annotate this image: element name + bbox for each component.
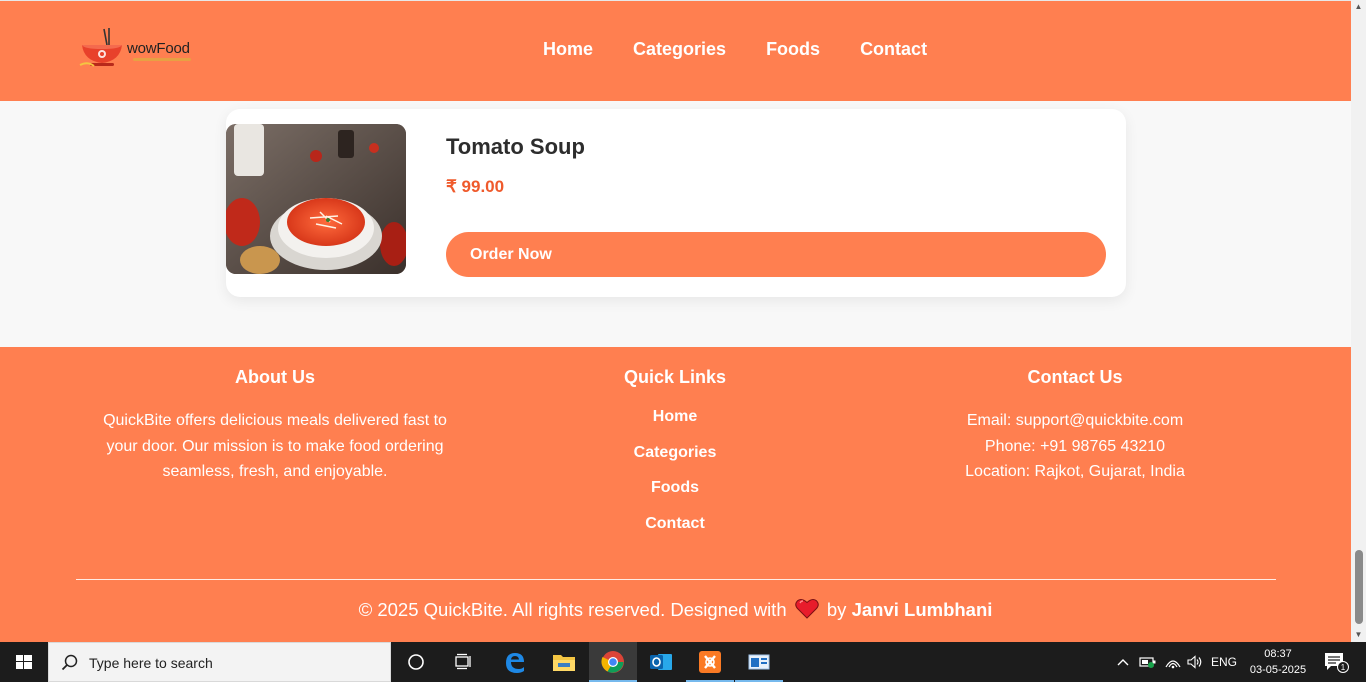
speaker-icon (1187, 655, 1202, 669)
chrome-taskbar-button[interactable] (589, 642, 637, 682)
footer-quick-links: Quick Links Home Categories Foods Contac… (575, 367, 775, 550)
clock-time: 08:37 (1264, 648, 1292, 660)
main-nav: Home Categories Foods Contact (543, 39, 967, 60)
outlook-taskbar-button[interactable] (637, 642, 685, 682)
notification-icon: 1 (1325, 653, 1349, 673)
nav-home[interactable]: Home (543, 39, 593, 60)
page-scrollbar[interactable]: ▲ ▼ (1351, 0, 1366, 642)
nav-contact[interactable]: Contact (860, 39, 927, 60)
quick-links-heading: Quick Links (623, 367, 727, 387)
food-bowl-icon (79, 28, 122, 67)
chevron-up-icon (1117, 659, 1129, 666)
notification-count: 1 (1341, 663, 1346, 672)
heart-icon (795, 598, 819, 619)
contact-location: Location: Rajkot, Gujarat, India (965, 463, 1185, 480)
network-tray-button[interactable] (1161, 642, 1185, 682)
wifi-icon (1165, 660, 1181, 669)
about-heading: About Us (235, 367, 315, 387)
xampp-icon (699, 651, 721, 673)
contact-email: Email: support@quickbite.com (966, 412, 1184, 429)
browser-viewport: wowFood Home Categories Foods Contact To… (0, 0, 1351, 642)
search-icon (61, 654, 78, 671)
folder-icon (553, 655, 575, 671)
edge-taskbar-button[interactable] (491, 642, 539, 682)
battery-icon (1139, 657, 1156, 668)
nav-foods[interactable]: Foods (766, 39, 820, 60)
windows-taskbar: Type here to search ENG 08:37 03-05-2025… (0, 642, 1366, 682)
site-footer: About Us QuickBite offers delicious meal… (0, 347, 1351, 642)
food-price: ₹ 99.00 (446, 177, 505, 196)
copyright-text: © 2025 QuickBite. All rights reserved. D… (358, 599, 787, 620)
app-taskbar-button[interactable] (735, 642, 783, 682)
footer-about: About Us QuickBite offers delicious meal… (95, 367, 455, 485)
contact-heading: Contact Us (1027, 367, 1123, 387)
logo-tagline (133, 58, 191, 61)
about-text: QuickBite offers delicious meals deliver… (103, 412, 447, 480)
footer-link-contact[interactable]: Contact (575, 515, 775, 534)
taskbar-clock[interactable]: 08:37 03-05-2025 (1244, 646, 1312, 678)
scroll-down-arrow-icon[interactable]: ▼ (1351, 628, 1366, 642)
taskbar-search[interactable]: Type here to search (48, 642, 391, 682)
start-button[interactable] (0, 642, 48, 682)
task-view-button[interactable] (440, 642, 488, 682)
footer-divider (76, 579, 1276, 580)
food-title: Tomato Soup (446, 134, 585, 159)
food-image (226, 124, 406, 274)
order-now-button[interactable]: Order Now (446, 232, 1106, 277)
battery-tray-button[interactable] (1136, 642, 1160, 682)
clock-date: 03-05-2025 (1249, 664, 1307, 676)
xampp-taskbar-button[interactable] (686, 642, 734, 682)
outlook-icon (650, 654, 672, 670)
logo-text: wowFood (127, 40, 190, 57)
tomato-soup-photo (226, 124, 406, 274)
copyright: © 2025 QuickBite. All rights reserved. D… (0, 598, 1351, 621)
volume-tray-button[interactable] (1184, 642, 1206, 682)
food-card: Tomato Soup ₹ 99.00 Order Now (226, 109, 1126, 297)
site-logo[interactable]: wowFood (78, 25, 208, 71)
footer-link-categories[interactable]: Categories (575, 444, 775, 463)
nav-categories[interactable]: Categories (633, 39, 726, 60)
search-placeholder: Type here to search (89, 655, 213, 671)
file-explorer-taskbar-button[interactable] (540, 642, 588, 682)
windows-logo-icon (16, 655, 32, 669)
footer-contact: Contact Us Email: support@quickbite.com … (925, 367, 1225, 485)
copyright-by: by (826, 599, 847, 620)
cortana-icon (408, 654, 424, 670)
scroll-up-arrow-icon[interactable]: ▲ (1351, 0, 1366, 14)
author-name: Janvi Lumbhani (851, 599, 993, 620)
cortana-button[interactable] (392, 642, 440, 682)
task-view-icon (455, 653, 471, 670)
footer-link-home[interactable]: Home (575, 408, 775, 427)
action-center-button[interactable]: 1 (1316, 642, 1356, 682)
scroll-thumb[interactable] (1355, 550, 1363, 624)
language-indicator[interactable]: ENG (1207, 642, 1241, 682)
contact-phone: Phone: +91 98765 43210 (984, 437, 1166, 455)
chrome-icon (601, 651, 624, 673)
footer-link-foods[interactable]: Foods (575, 479, 775, 498)
window-app-icon (748, 654, 770, 670)
show-hidden-icons-button[interactable] (1112, 642, 1134, 682)
site-header: wowFood Home Categories Foods Contact (0, 0, 1351, 101)
edge-icon (506, 653, 524, 673)
